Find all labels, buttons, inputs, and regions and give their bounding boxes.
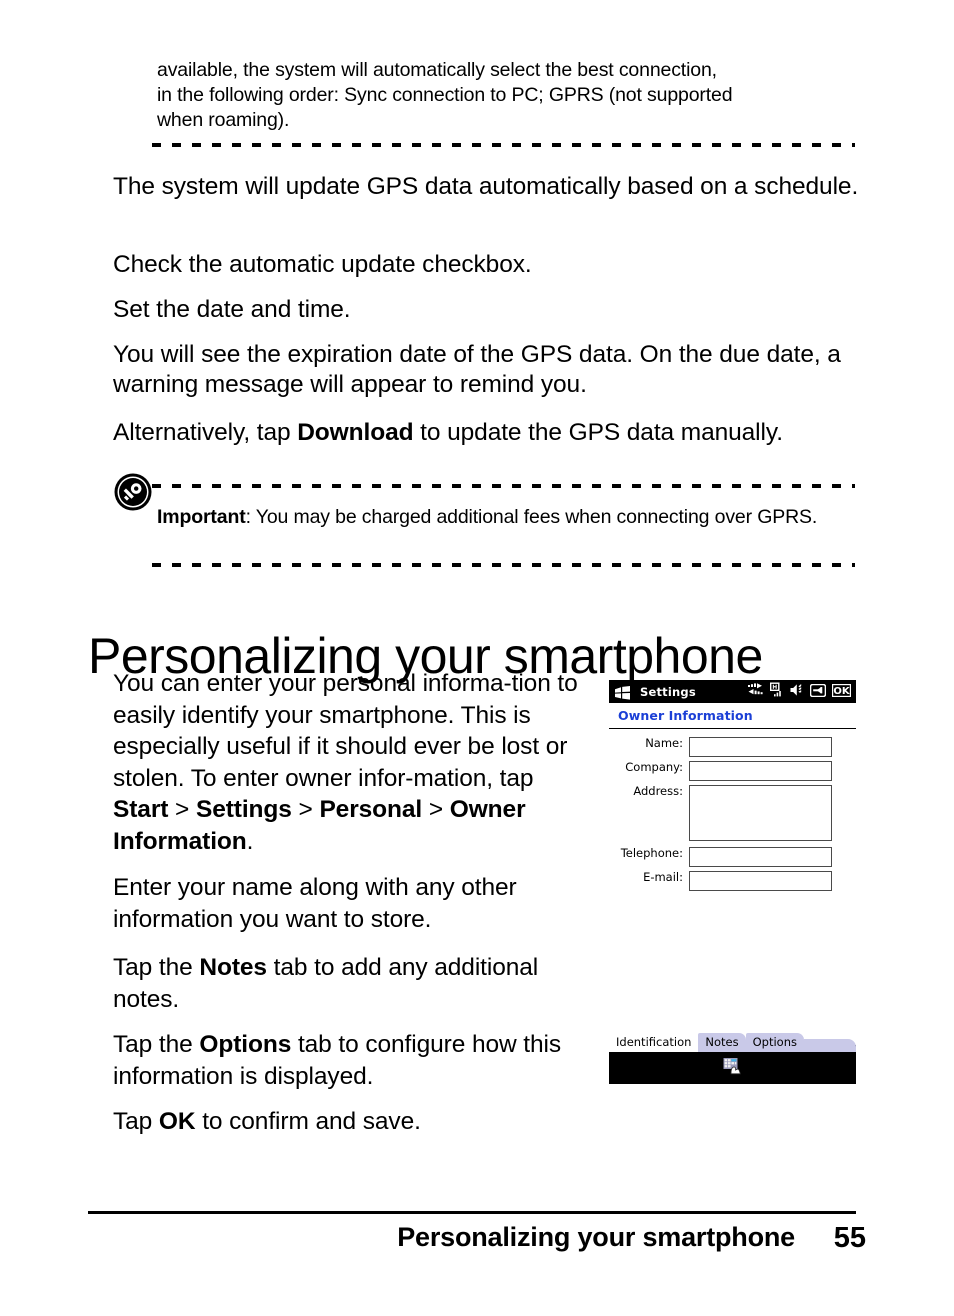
field-row-name: Name: (609, 737, 832, 757)
footer-page-number: 55 (833, 1222, 866, 1254)
field-row-address: Address: (609, 785, 832, 841)
svg-text:OK: OK (833, 686, 851, 697)
tab-options[interactable]: Options (745, 1033, 804, 1052)
volume-icon[interactable] (790, 682, 804, 701)
download-keyword: Download (297, 419, 414, 446)
field-label-address: Address: (633, 784, 683, 798)
phone-tab-bar: Identification Notes Options (609, 1032, 856, 1052)
windows-logo-icon (614, 685, 631, 700)
field-input-email[interactable] (689, 871, 832, 891)
phone-form-area: Name: Company: Address: Telephone: E-mai (609, 729, 841, 1045)
paragraph-download: Alternatively, tap Download to update th… (113, 418, 883, 448)
field-label-name: Name: (645, 736, 683, 750)
sep-3: > (422, 796, 450, 823)
connectivity-icon[interactable] (748, 682, 763, 701)
document-page: available, the system will automatically… (0, 0, 954, 1316)
phone-status-icons: OK (748, 682, 852, 701)
options-keyword: Options (199, 1031, 292, 1058)
important-separator: : (245, 506, 256, 528)
phone-page-header: Owner Information (609, 703, 856, 729)
column-paragraph-confirm: Tap OK to confirm and save. (113, 1106, 593, 1138)
important-note-text: Important: You may be charged additional… (157, 505, 857, 530)
paragraph-download-prefix: Alternatively, tap (113, 419, 298, 446)
tab-identification[interactable]: Identification (609, 1033, 699, 1052)
column-paragraph-owner-info: You can enter your personal informa-tion… (113, 668, 593, 857)
ok-keyword: OK (158, 1108, 196, 1135)
notes-keyword: Notes (199, 954, 267, 981)
field-row-email: E-mail: (609, 871, 832, 891)
note-top-line-3: when roaming). (157, 109, 290, 131)
field-input-telephone[interactable] (689, 847, 832, 867)
note-top-text: available, the system will automatically… (157, 58, 857, 133)
phone-sip-bar (609, 1052, 856, 1084)
tab-notes[interactable]: Notes (698, 1033, 746, 1052)
important-label: Important (157, 506, 246, 528)
options-prefix: Tap the (113, 1031, 200, 1058)
field-row-company: Company: (609, 761, 832, 781)
paragraph-datetime: Set the date and time. (113, 296, 351, 323)
note-top-line-1: available, the system will automatically… (157, 59, 717, 81)
soft-input-panel-icon[interactable] (723, 1057, 743, 1079)
tab-bar-filler (804, 1039, 856, 1052)
menu-personal: Personal (319, 796, 423, 823)
notes-prefix: Tap the (113, 954, 200, 981)
important-note-line: Important: You may be charged additional… (157, 505, 857, 530)
signal-h-icon[interactable] (769, 682, 784, 701)
ok-icon[interactable]: OK (831, 682, 852, 701)
column-paragraph-notes-tab: Tap the Notes tab to add any additional … (113, 952, 593, 1015)
phone-page-header-label: Owner Information (618, 708, 753, 723)
field-label-email: E-mail: (643, 870, 683, 884)
note-top-divider (152, 143, 855, 147)
paragraph-expiration: You will see the expiration date of the … (113, 341, 841, 398)
phone-title-bar: Settings OK (609, 680, 856, 703)
sep-2: > (291, 796, 320, 823)
field-input-company[interactable] (689, 761, 832, 781)
phone-title-label: Settings (640, 684, 696, 699)
field-input-name[interactable] (689, 737, 832, 757)
field-label-company: Company: (625, 760, 683, 774)
menu-start: Start (113, 796, 169, 823)
menu-settings: Settings (195, 796, 292, 823)
ok-prefix: Tap (113, 1108, 159, 1135)
sep-1: > (168, 796, 196, 823)
column-paragraph-options-tab: Tap the Options tab to configure how thi… (113, 1029, 593, 1092)
important-divider-bottom (152, 563, 855, 567)
phone-right-margin (841, 729, 856, 1045)
smartphone-screenshot: Settings OK Owner Information Name: Comp… (609, 680, 856, 1084)
field-label-telephone: Telephone: (620, 846, 683, 860)
field-row-telephone: Telephone: (609, 847, 832, 867)
ok-suffix: to confirm and save. (195, 1108, 421, 1135)
sentence-period: . (246, 827, 254, 855)
field-input-address[interactable] (689, 785, 832, 841)
note-top-line-2: in the following order: Sync connection … (157, 84, 733, 106)
paragraph-checkbox: Check the automatic update checkbox. (113, 251, 532, 278)
key-icon (113, 472, 153, 512)
important-body: You may be charged additional fees when … (255, 506, 818, 528)
column-paragraph-enter-name: Enter your name along with any other inf… (113, 874, 517, 933)
important-divider-top (152, 484, 855, 488)
footer-divider (88, 1211, 856, 1214)
column-text-intro: You can enter your personal informa-tion… (113, 670, 578, 792)
input-icon[interactable] (809, 682, 827, 701)
paragraph-schedule: The system will update GPS data automati… (113, 173, 859, 200)
paragraph-download-suffix: to update the GPS data manually. (413, 419, 783, 446)
